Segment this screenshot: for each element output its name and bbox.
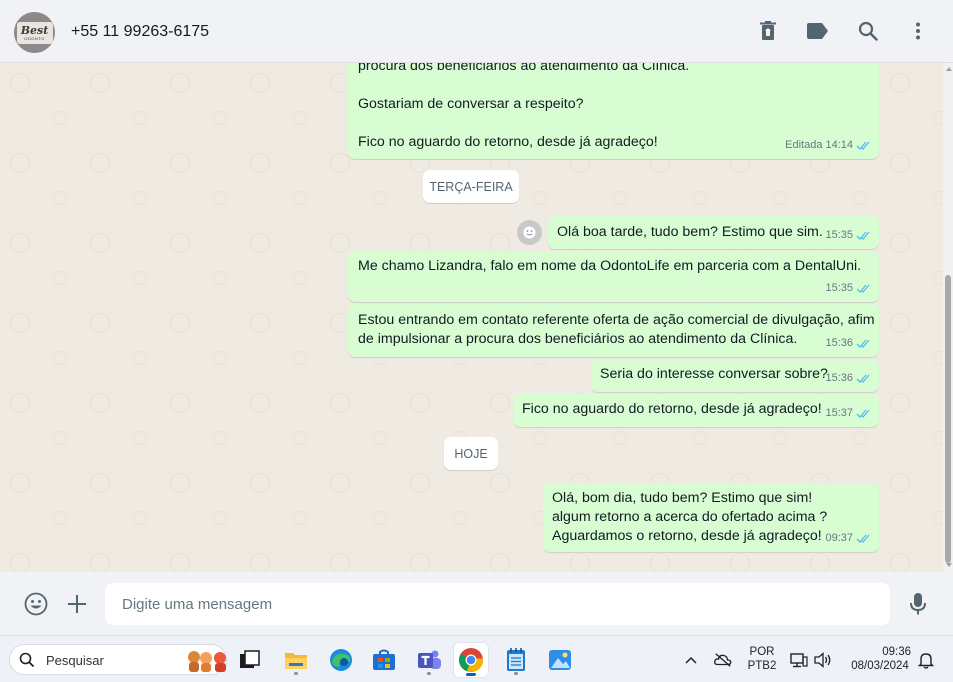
avatar-logo-subtext: ODONTO [24,35,45,41]
taskbar-search-box[interactable]: Pesquisar [9,644,227,675]
menu-icon[interactable] [905,18,931,44]
message-time: 15:35 [825,229,853,241]
photos-icon[interactable] [543,643,577,677]
trash-icon[interactable] [755,18,781,44]
message-meta: 15:37 [825,404,872,423]
message-composer [0,572,953,635]
chrome-icon[interactable] [454,643,488,677]
volume-icon[interactable] [814,651,832,669]
message-meta: 09:37 [825,529,872,548]
label-icon[interactable] [805,18,831,44]
message-time: 15:35 [825,282,853,294]
day-separator: HOJE [444,437,498,470]
language-label: POR [749,646,775,658]
avatar-logo-text: Best [20,23,49,37]
running-indicator [294,672,298,675]
store-icon[interactable] [367,643,401,677]
edited-label: Editada [785,139,823,151]
read-receipt-icon [856,409,870,418]
message-text: Fico no aguardo do retorno, desde já agr… [522,401,822,417]
conversation-panel[interactable]: procura dos beneficiários ao atendimento… [0,63,953,572]
network-icon[interactable] [790,651,808,669]
message-bubble[interactable]: Me chamo Lizandra, falo em nome da Odont… [348,251,879,302]
contact-name[interactable]: +55 11 99263-6175 [71,23,209,41]
microphone-icon[interactable] [904,590,932,618]
day-separator-label: HOJE [454,446,488,461]
keyboard-layout-label: PTB2 [747,660,777,672]
input-language-indicator[interactable]: POR PTB2 [746,645,778,673]
attach-plus-icon[interactable] [63,590,91,618]
read-receipt-icon [856,339,870,348]
message-text: Me chamo Lizandra, falo em nome da Odont… [358,258,862,274]
message-bubble[interactable]: Estou entrando em contato referente ofer… [348,304,879,357]
message-time: 15:36 [825,372,853,384]
scroll-up-arrow-icon[interactable] [946,67,952,71]
message-time: 09:37 [825,532,853,544]
message-text: Olá boa tarde, tudo bem? Estimo que sim. [557,224,823,240]
message-text: Estou entrando em contato referente ofer… [358,312,875,347]
day-separator: TERÇA-FEIRA [423,170,519,203]
message-meta: 15:35 [825,279,872,298]
message-bubble[interactable]: Olá, bom dia, tudo bem? Estimo que sim! … [543,483,879,552]
onedrive-offline-icon[interactable] [714,651,732,669]
day-separator-label: TERÇA-FEIRA [429,179,513,194]
file-explorer-icon[interactable] [279,643,313,677]
clock-date: 08/03/2024 [851,660,909,672]
read-receipt-icon [856,284,870,293]
show-hidden-icons-chevron-icon[interactable] [682,651,700,669]
clock-time: 09:36 [882,646,911,658]
message-time: 15:37 [825,407,853,419]
message-meta: 15:35 [825,226,872,245]
windows-taskbar: Pesquisar POR PTB2 09:36 08/03/2024 [0,635,953,682]
read-receipt-icon [856,374,870,383]
search-icon[interactable] [855,18,881,44]
read-receipt-icon [856,534,870,543]
message-time: 15:36 [825,337,853,349]
read-receipt-icon [856,141,870,150]
teams-icon[interactable] [412,643,446,677]
chat-header: Best ODONTO +55 11 99263-6175 [0,0,953,63]
scroll-down-arrow-icon[interactable] [946,563,952,567]
read-receipt-icon [856,231,870,240]
edge-icon[interactable] [324,643,358,677]
message-text: Olá, bom dia, tudo bem? Estimo que sim! … [552,490,828,544]
taskbar-search-label: Pesquisar [46,653,104,668]
contact-avatar[interactable]: Best ODONTO [14,12,55,53]
notification-bell-icon[interactable] [917,651,935,669]
active-indicator [466,673,476,676]
message-bubble[interactable]: Fico no aguardo do retorno, desde já agr… [513,394,879,427]
scrollbar-thumb[interactable] [945,275,951,563]
message-bubble[interactable]: Seria do interesse conversar sobre? 15:3… [591,359,879,392]
search-icon [19,652,35,668]
avatar-logo-image: Best ODONTO [16,21,53,44]
message-time: 14:14 [825,139,853,151]
taskbar-clock[interactable]: 09:36 08/03/2024 [845,645,915,673]
message-bubble[interactable]: Olá boa tarde, tudo bem? Estimo que sim.… [548,216,879,249]
message-text: procura dos beneficiários ao atendimento… [358,63,690,150]
message-input[interactable] [105,583,890,625]
message-text: Seria do interesse conversar sobre? [600,366,828,382]
notepad-icon[interactable] [499,643,533,677]
running-indicator [514,672,518,675]
message-bubble[interactable]: procura dos beneficiários ao atendimento… [348,63,879,159]
message-meta: 15:36 [825,334,872,353]
message-meta: 15:36 [825,369,872,388]
emoji-reaction-icon[interactable] [517,220,542,245]
search-highlight-people-icon [188,651,226,672]
task-view-icon[interactable] [233,643,267,677]
emoji-icon[interactable] [22,590,50,618]
running-indicator [427,672,431,675]
message-meta: Editada 14:14 [785,136,872,155]
